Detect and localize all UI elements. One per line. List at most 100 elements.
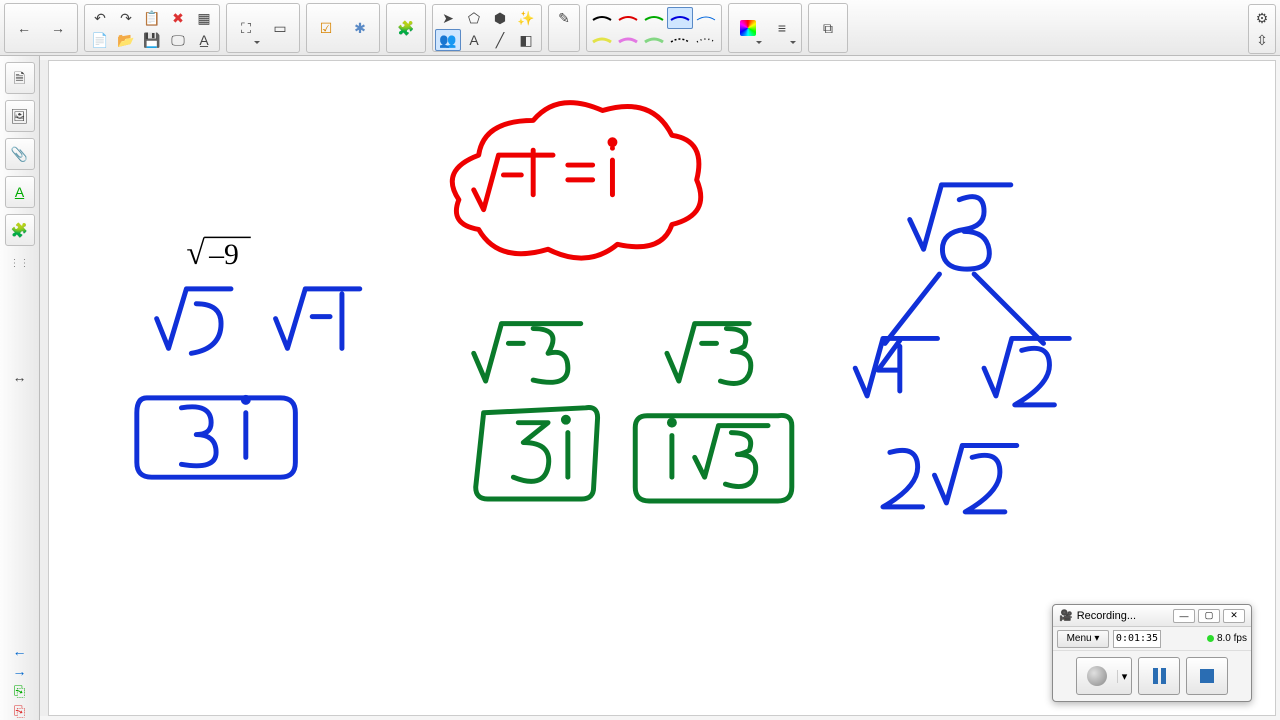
dash-pen-button[interactable] xyxy=(667,29,693,51)
eraser-tool-button[interactable]: ◧ xyxy=(513,29,539,51)
addon-button[interactable]: 🧩 xyxy=(389,6,423,50)
eraser-icon: ◧ xyxy=(519,33,532,47)
new-page-side-button[interactable]: 🗎 xyxy=(5,62,35,94)
camera-icon: ⛶ xyxy=(241,21,251,35)
shade-icon: ▭ xyxy=(273,21,286,35)
page-down-button[interactable]: → xyxy=(9,662,31,680)
pen-button[interactable]: ✎ xyxy=(551,7,577,29)
swatch-icon xyxy=(740,20,756,36)
newpage-icon: 📄 xyxy=(91,33,108,47)
undo-icon: ↶ xyxy=(94,11,106,25)
expand-vertical-button[interactable]: ⇳ xyxy=(1251,29,1273,51)
new-page-button[interactable]: 📄 xyxy=(87,29,113,51)
vertical-scrollbar[interactable] xyxy=(40,60,48,716)
nav-back-button[interactable]: ← xyxy=(7,6,41,50)
pointer-icon: ➤ xyxy=(442,11,454,25)
text-tool-button[interactable]: A xyxy=(461,29,487,51)
record-icon xyxy=(1087,666,1107,686)
recording-controls: ▾ xyxy=(1053,651,1251,701)
stop-button[interactable] xyxy=(1186,657,1228,695)
delete-button[interactable]: ✖ xyxy=(165,7,191,29)
style-side-button[interactable]: A xyxy=(5,176,35,208)
recording-window[interactable]: 🎥 Recording... — ▢ ✕ Menu ▾ 0:01:35 8.0 … xyxy=(1052,604,1252,702)
text-format-button[interactable]: A̲ xyxy=(191,29,217,51)
linestyle-icon: ≡ xyxy=(778,21,786,35)
recording-info-bar: Menu ▾ 0:01:35 8.0 fps xyxy=(1053,627,1251,651)
pause-icon xyxy=(1153,668,1166,684)
attach-side-button[interactable]: 📎 xyxy=(5,138,35,170)
image-icon: 🖼 xyxy=(11,109,29,123)
line-tool-button[interactable]: ╱ xyxy=(487,29,513,51)
nav-group: ← → xyxy=(4,3,78,53)
fill-tool-button[interactable]: ⬢ xyxy=(487,7,513,29)
recording-elapsed-time: 0:01:35 xyxy=(1113,630,1161,648)
line-style-button[interactable]: ≡ xyxy=(765,6,799,50)
top-toolbar: ← → ↶ ↷ 📋 ✖ ▦ 📄 📂 💾 🖵 A̲ ⛶ ▭ ☑ ✱ 🧩 ➤ ⬠ xyxy=(0,0,1280,56)
capture-group: ⛶ ▭ xyxy=(226,3,300,53)
text-icon: A xyxy=(469,33,478,47)
magic-tool-button[interactable]: ✨ xyxy=(513,7,539,29)
pen-thin-blue-button[interactable] xyxy=(693,7,719,29)
panel-resize-handle[interactable]: ⋮⋮ xyxy=(1,258,39,270)
table-icon: ▦ xyxy=(197,11,210,25)
undo-button[interactable]: ↶ xyxy=(87,7,113,29)
close-button[interactable]: ✕ xyxy=(1223,609,1245,623)
pointer-tool-button[interactable]: ➤ xyxy=(435,7,461,29)
save-button[interactable]: 💾 xyxy=(139,29,165,51)
file-group: ↶ ↷ 📋 ✖ ▦ 📄 📂 💾 🖵 A̲ xyxy=(84,4,220,52)
arrow-right-icon: → xyxy=(13,664,27,678)
delete-page-button[interactable]: ⎘ xyxy=(9,702,31,720)
green-sqrt-3 xyxy=(635,324,792,501)
pause-button[interactable] xyxy=(1138,657,1180,695)
deletepage-icon: ⎘ xyxy=(14,704,25,718)
color-picker-button[interactable] xyxy=(731,6,765,50)
minimize-button[interactable]: — xyxy=(1173,609,1195,623)
hl-green-button[interactable] xyxy=(641,29,667,51)
select-tools-group: ➤ ⬠ ⬢ ✨ 👥 A ╱ ◧ xyxy=(432,4,542,52)
gallery-side-button[interactable]: 🖼 xyxy=(5,100,35,132)
pen-blue-button[interactable] xyxy=(667,7,693,29)
pen-red-button[interactable] xyxy=(615,7,641,29)
puzzle-icon: 🧩 xyxy=(11,223,28,237)
page-up-button[interactable]: ← xyxy=(9,642,31,660)
hl-pink-button[interactable] xyxy=(615,29,641,51)
record-dropdown[interactable]: ▾ xyxy=(1117,670,1131,683)
svg-text:–9: –9 xyxy=(208,239,239,271)
pen-green-button[interactable] xyxy=(641,7,667,29)
panel-collapse-handle[interactable]: ↔ xyxy=(9,368,31,386)
redo-button[interactable]: ↷ xyxy=(113,7,139,29)
recording-titlebar[interactable]: 🎥 Recording... — ▢ ✕ xyxy=(1053,605,1251,627)
add-page-button[interactable]: ⎘ xyxy=(9,682,31,700)
paste-button[interactable]: 📋 xyxy=(139,7,165,29)
hl-yellow-button[interactable] xyxy=(589,29,615,51)
status-dot-icon xyxy=(1207,635,1214,642)
shape-icon: ⬠ xyxy=(468,11,480,25)
clipboard-icon: 📋 xyxy=(143,11,160,25)
table-button[interactable]: ▦ xyxy=(191,7,217,29)
nav-forward-button[interactable]: → xyxy=(41,6,75,50)
typed-sqrt-minus9: √ –9 xyxy=(186,235,250,272)
maximize-button[interactable]: ▢ xyxy=(1198,609,1220,623)
recorder-app-icon: 🎥 xyxy=(1059,609,1073,622)
resize-icon: ↔ xyxy=(13,370,27,384)
right-tools: ⚙ ⇳ xyxy=(1248,4,1276,54)
checkbox-icon: ☑ xyxy=(320,21,333,35)
puzzle-icon: 🧩 xyxy=(397,21,414,35)
pen-black-button[interactable] xyxy=(589,7,615,29)
screen-capture-button[interactable]: ⛶ xyxy=(229,6,263,50)
shade-button[interactable]: ▭ xyxy=(263,6,297,50)
link-button[interactable]: ⧉ xyxy=(811,6,845,50)
settings-button[interactable]: ⚙ xyxy=(1251,7,1273,29)
addon-side-button[interactable]: 🧩 xyxy=(5,214,35,246)
people-tool-button[interactable]: 👥 xyxy=(435,29,461,51)
gear-tool-button[interactable]: ✱ xyxy=(343,6,377,50)
dot-pen-button[interactable] xyxy=(693,29,719,51)
recording-menu-button[interactable]: Menu ▾ xyxy=(1057,630,1109,648)
open-button[interactable]: 📂 xyxy=(113,29,139,51)
arrow-right-icon: → xyxy=(51,21,65,35)
checkbox-tool-button[interactable]: ☑ xyxy=(309,6,343,50)
screen-button[interactable]: 🖵 xyxy=(165,29,191,51)
shape-tool-button[interactable]: ⬠ xyxy=(461,7,487,29)
arrow-left-icon: ← xyxy=(17,21,31,35)
record-button[interactable]: ▾ xyxy=(1076,657,1132,695)
